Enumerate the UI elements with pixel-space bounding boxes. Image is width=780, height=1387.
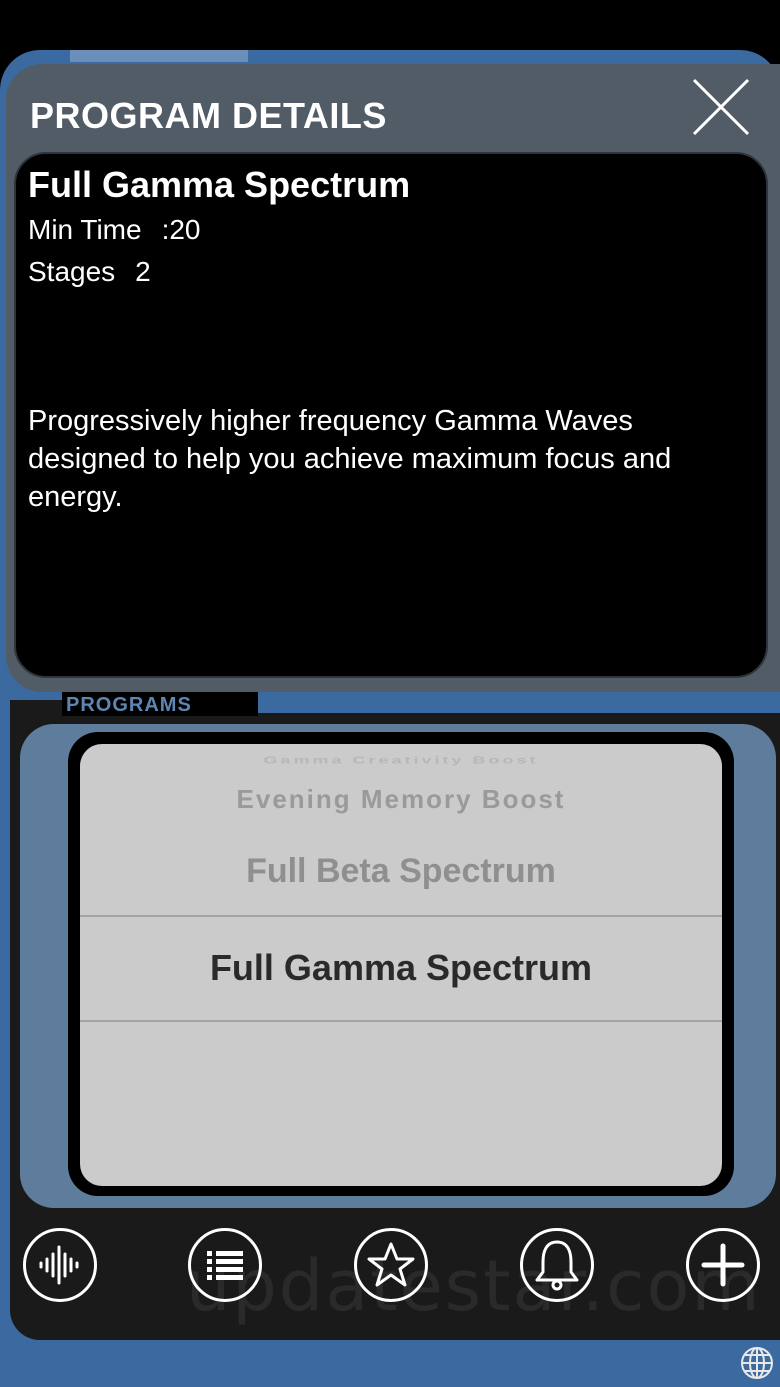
stages-row: Stages 2	[28, 256, 151, 288]
close-button[interactable]	[690, 76, 752, 138]
min-time-label: Min Time	[28, 214, 142, 245]
alarm-button[interactable]	[520, 1228, 594, 1302]
stages-value: 2	[135, 256, 151, 287]
bottom-toolbar	[0, 1222, 780, 1312]
program-description: Progressively higher frequency Gamma Wav…	[28, 405, 672, 513]
top-strip	[258, 50, 398, 62]
min-time-value: :20	[161, 214, 201, 245]
close-icon	[692, 78, 750, 136]
picker-selection-divider	[80, 915, 722, 917]
list-icon	[207, 1251, 243, 1280]
picker-item[interactable]: Gamma Creativity Boost	[80, 755, 722, 767]
add-button[interactable]	[686, 1228, 760, 1302]
programs-header-bar	[258, 695, 780, 713]
program-name: Full Gamma Spectrum	[28, 164, 411, 205]
picker-item[interactable]: Full Beta Spectrum	[80, 852, 722, 891]
language-button[interactable]	[740, 1346, 774, 1385]
picker-item[interactable]: Evening Memory Boost	[80, 784, 722, 815]
programs-header: PROGRAMS	[66, 694, 192, 716]
stages-label: Stages	[28, 256, 116, 287]
modal-title: PROGRAM DETAILS	[30, 95, 387, 136]
picker-item-selected[interactable]: Full Gamma Spectrum	[80, 947, 722, 989]
bell-icon	[535, 1240, 579, 1291]
globe-icon	[741, 1347, 773, 1379]
program-picker[interactable]: Gamma Creativity Boost Evening Memory Bo…	[80, 744, 722, 1186]
favorites-button[interactable]	[354, 1228, 428, 1302]
star-icon	[367, 1242, 415, 1287]
list-button[interactable]	[188, 1228, 262, 1302]
picker-selection-divider	[80, 1020, 722, 1022]
plus-icon	[701, 1243, 745, 1287]
top-strip	[70, 50, 248, 62]
min-time-row: Min Time :20	[28, 214, 201, 246]
waveform-button[interactable]	[23, 1228, 97, 1302]
waveform-icon	[39, 1245, 79, 1285]
